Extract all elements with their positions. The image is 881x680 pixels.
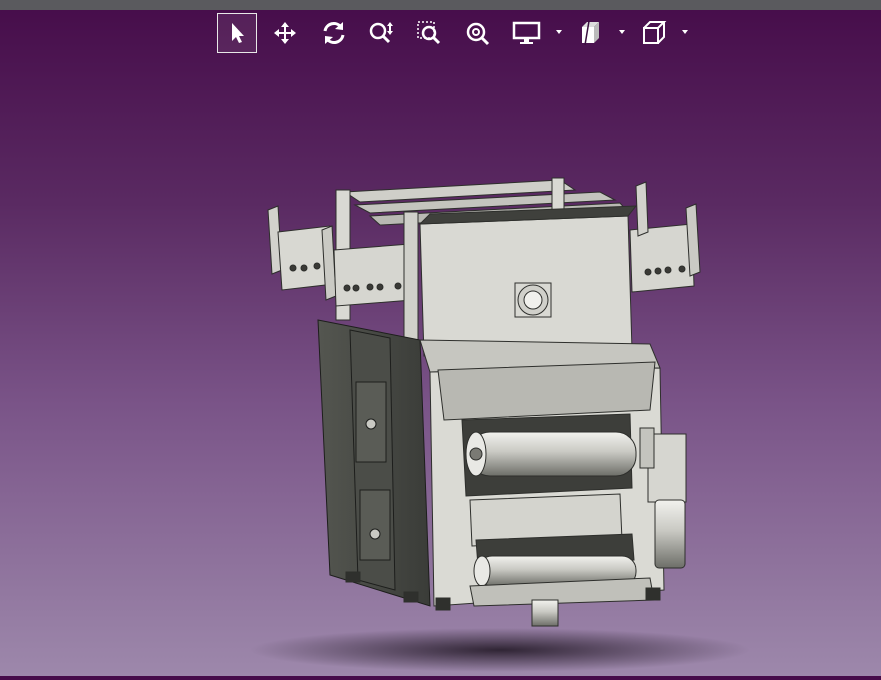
zoom-updown-icon: [369, 22, 393, 44]
arrow-cursor-icon: [232, 23, 244, 43]
left-dark-panel: [317, 319, 431, 607]
lower-roller: [473, 533, 637, 587]
zoom-window-icon: [417, 21, 441, 45]
section-dropdown-caret[interactable]: [617, 27, 627, 37]
view-orientation-button[interactable]: [634, 13, 674, 53]
3d-viewport[interactable]: [0, 56, 881, 676]
machine-assembly-model[interactable]: [0, 56, 881, 676]
ground-shadow: [250, 628, 750, 672]
zoom-tool-button[interactable]: [362, 13, 402, 53]
view-toolbar: [0, 13, 881, 55]
right-side-bracket: [629, 181, 701, 293]
zoom-fit-tool-button[interactable]: [458, 13, 498, 53]
view-orientation-dropdown-caret[interactable]: [680, 27, 690, 37]
section-plane-icon: [582, 20, 599, 46]
cube-icon: [643, 21, 667, 44]
rotate-tool-button[interactable]: [314, 13, 354, 53]
zoom-window-tool-button[interactable]: [410, 13, 450, 53]
left-side-bracket: [267, 205, 337, 301]
monitor-icon: [512, 21, 541, 44]
display-mode-dropdown-caret[interactable]: [554, 27, 564, 37]
upper-roller: [465, 431, 637, 477]
pan-tool-button[interactable]: [265, 13, 305, 53]
section-tool-button[interactable]: [570, 13, 610, 53]
move-arrows-icon: [274, 22, 296, 44]
rotate-icon: [323, 22, 345, 44]
window-top-strip: [0, 0, 881, 10]
select-tool-button[interactable]: [217, 13, 257, 53]
display-mode-button[interactable]: [507, 13, 547, 53]
upper-housing: [418, 205, 638, 357]
zoom-fit-icon: [466, 22, 490, 46]
